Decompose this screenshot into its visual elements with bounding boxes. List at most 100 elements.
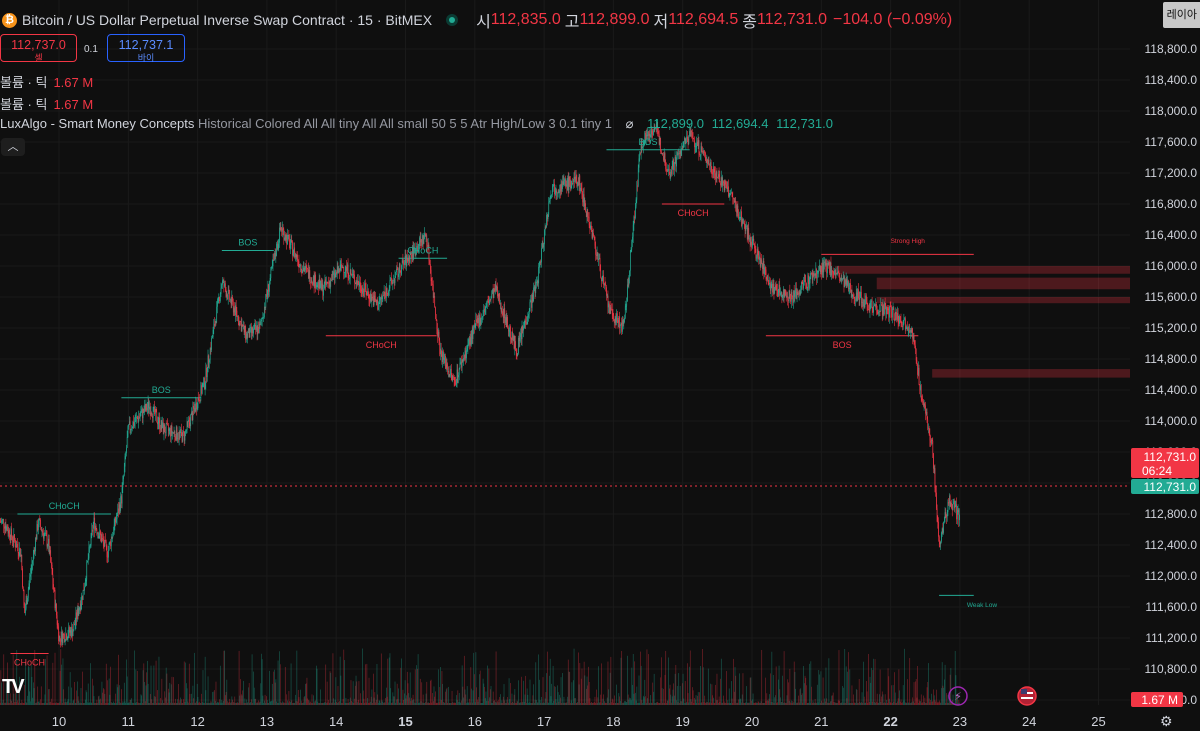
candle [749,238,750,240]
volume-bar [341,702,343,705]
candle [734,200,736,203]
candle [473,325,475,329]
volume-bar [50,701,52,705]
candle [840,277,842,280]
volume-bar [240,694,242,705]
candle [663,153,665,161]
volume-legend-row[interactable]: 볼륨 · 틱 1.67 M [0,72,93,91]
candle [570,185,572,189]
candle [277,244,279,249]
chevron-up-icon[interactable]: ︿ [1,138,25,156]
volume-bar [684,702,685,705]
candle [219,296,220,301]
volume-bar [624,700,626,705]
candle [541,248,542,263]
volume-bar [507,702,509,705]
volume-bar [607,661,609,705]
candle [592,233,594,239]
volume-legend-row[interactable]: 볼륨 · 틱 1.67 M [0,94,93,113]
volume-bar [899,690,900,705]
candle [664,153,666,166]
volume-bar [46,655,48,705]
candle [396,268,398,270]
sell-button[interactable]: 112,737.0 셀 [0,34,77,63]
candle [544,226,546,231]
candle [424,233,426,237]
candle [622,320,624,324]
volume-bar [585,688,587,705]
volume-bar [219,699,220,705]
volume-bar [111,702,113,705]
volume-bar [778,665,780,705]
volume-bar [253,671,254,705]
volume-bar [116,684,118,705]
volume-bar [383,702,385,705]
candle [910,330,912,333]
candle [139,416,140,418]
candle [717,177,719,179]
volume-bar [894,692,896,705]
candle [199,400,200,402]
candle [297,254,298,262]
candle [141,409,142,413]
buy-button[interactable]: 112,737.1 바이 [107,34,185,63]
candle [330,279,332,287]
candle [796,291,798,299]
volume-bar [744,702,746,705]
candle [547,214,549,219]
volume-bar [300,700,302,705]
volume-bar [491,702,493,705]
volume-bar [883,702,885,705]
volume-bar [204,702,205,705]
candle [648,131,649,136]
volume-bar [828,658,830,705]
candle [497,296,499,297]
candle [137,418,139,422]
candle [769,283,771,285]
volume-bar [807,702,809,705]
candle [575,176,576,182]
candle [871,300,873,310]
candle [899,316,900,324]
price-chart[interactable]: CHoCHBOSBOSCHoCHCHoCHBOSCHoCHBOSCHoCHBOS… [0,0,1200,731]
volume-bar [833,701,835,705]
symbol-title[interactable]: Bitcoin / US Dollar Perpetual Inverse Sw… [22,12,432,28]
volume-bar [933,689,934,705]
candle [563,181,565,185]
candle [951,508,953,510]
volume-bar [938,700,940,705]
volume-bar [385,698,386,705]
candle [449,374,451,377]
volume-bar [565,702,566,705]
hidden-eye-icon[interactable]: ⌀ [626,116,634,131]
price-tick-label: 116,800.0 [1145,197,1198,211]
candle [888,310,890,318]
indicator-legend-row[interactable]: LuxAlgo - Smart Money Concepts Historica… [0,116,833,132]
candle [733,199,735,203]
gear-icon[interactable]: ⚙ [1160,713,1173,730]
candle [767,275,768,281]
structure-label: BOS [238,238,257,248]
volume-bar [123,682,125,705]
tradingview-logo[interactable]: TV [2,676,24,699]
volume-bar [515,702,516,705]
volume-bar [655,702,657,705]
volume-bar [60,649,62,705]
volume-bar [164,691,166,705]
candle [387,293,389,296]
candle [7,526,8,531]
volume-bar [732,702,734,705]
volume-bar [449,702,451,705]
candle [118,508,119,513]
volume-bar [199,701,200,705]
volume-bar [385,687,387,705]
candle [845,279,846,285]
candle [915,345,916,349]
volume-bar [923,702,925,705]
candle [111,537,113,539]
candle [450,368,452,374]
volume-bar [74,702,76,705]
volume-bar [211,702,213,705]
volume-bar [497,699,499,705]
volume-bar [230,702,231,705]
